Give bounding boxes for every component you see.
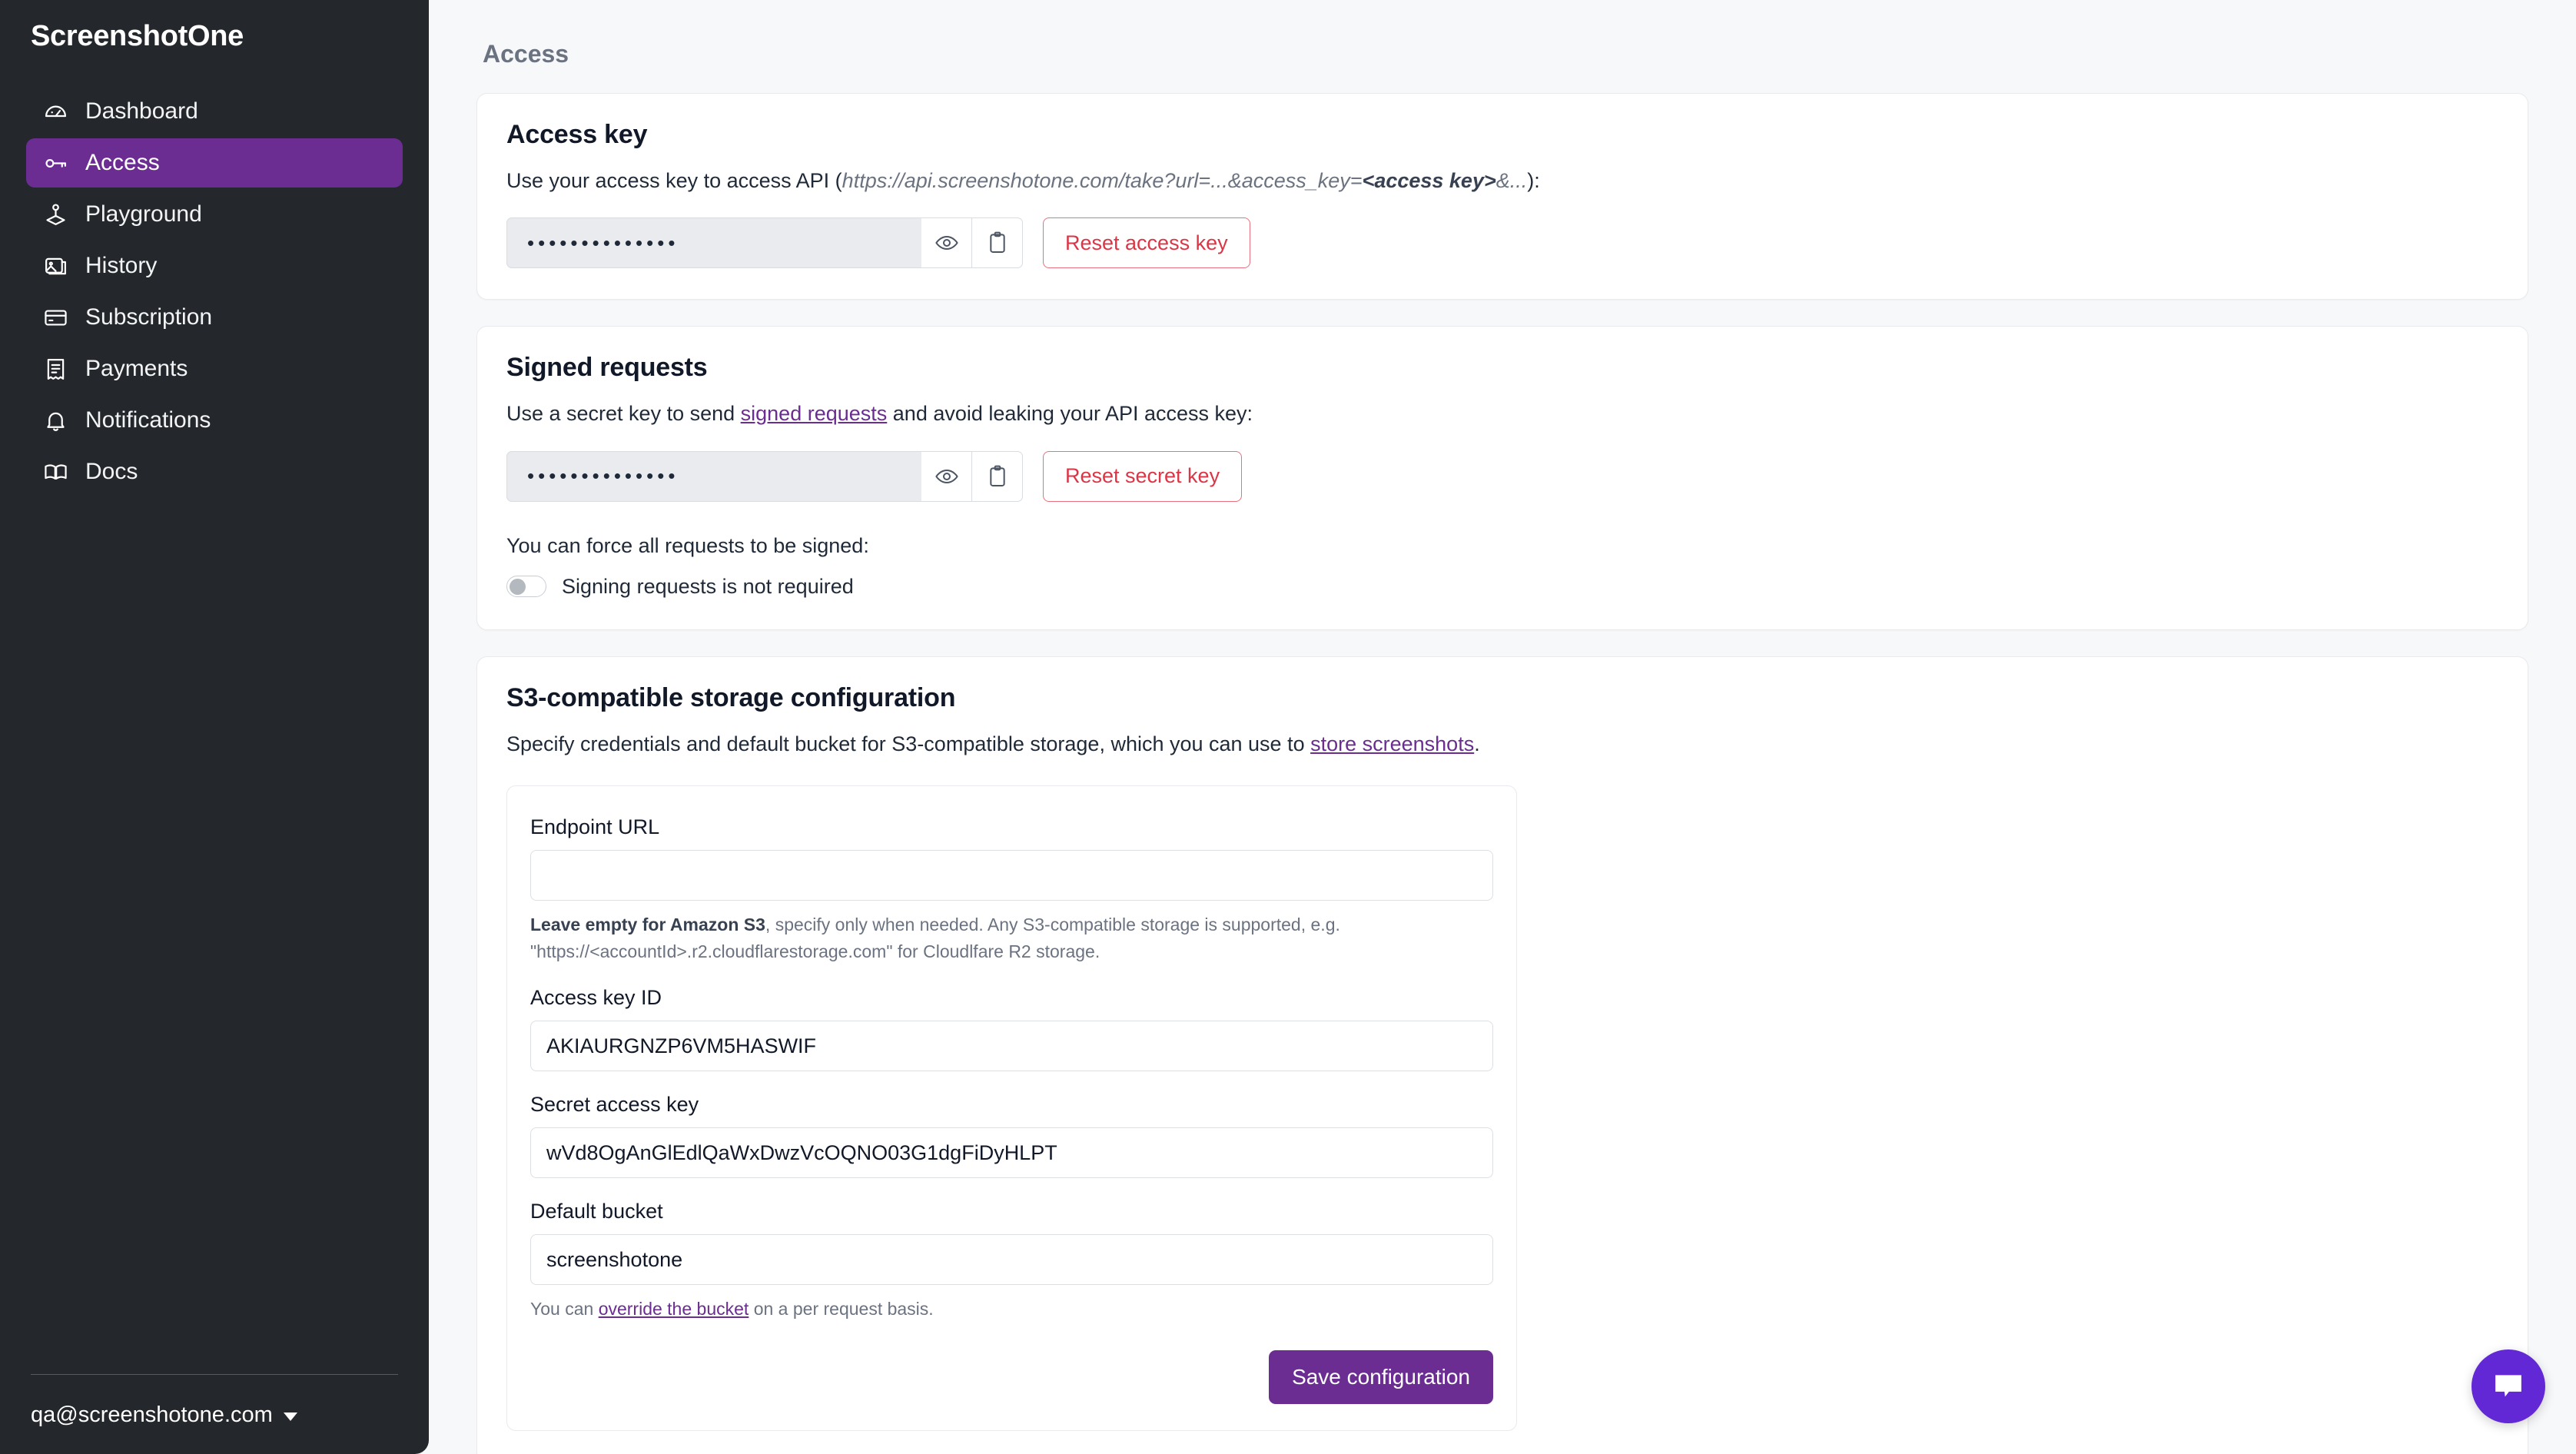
sidebar-item-playground[interactable]: Playground bbox=[26, 190, 403, 239]
image-icon bbox=[43, 254, 68, 279]
access-key-desc-suffix: ): bbox=[1527, 169, 1540, 192]
sidebar-item-label: Playground bbox=[85, 201, 202, 227]
signing-toggle-row: Signing requests is not required bbox=[506, 575, 2498, 599]
store-screenshots-link[interactable]: store screenshots bbox=[1310, 732, 1474, 755]
account-email: qa@screenshotone.com bbox=[31, 1403, 273, 1427]
page-title: Access bbox=[483, 40, 569, 68]
clipboard-icon bbox=[985, 464, 1010, 489]
secret-access-key-input[interactable]: wVd8OgAnGlEdlQaWxDwzVcOQNO03G1dgFiDyHLPT bbox=[530, 1127, 1493, 1179]
access-key-desc-prefix: Use your access key to access API ( bbox=[506, 169, 842, 192]
sidebar-item-label: Access bbox=[85, 150, 160, 175]
endpoint-url-field-group: Endpoint URL Leave empty for Amazon S3, … bbox=[530, 815, 1493, 964]
signed-requests-description: Use a secret key to send signed requests… bbox=[506, 400, 2498, 427]
reset-access-key-button[interactable]: Reset access key bbox=[1043, 217, 1250, 269]
key-icon bbox=[43, 151, 68, 176]
signed-desc-suffix: and avoid leaking your API access key: bbox=[887, 402, 1253, 426]
s3-heading: S3-compatible storage configuration bbox=[506, 682, 956, 712]
bucket-hint-suffix: on a per request basis. bbox=[749, 1299, 934, 1320]
receipt-icon bbox=[43, 357, 68, 382]
save-row: Save configuration bbox=[530, 1349, 1493, 1404]
save-configuration-button[interactable]: Save configuration bbox=[1269, 1349, 1493, 1404]
endpoint-hint-bold: Leave empty for Amazon S3 bbox=[530, 915, 765, 935]
book-icon bbox=[43, 460, 68, 485]
s3-config-form: Endpoint URL Leave empty for Amazon S3, … bbox=[506, 785, 1517, 1431]
secret-key-input[interactable]: •••••••••••••• bbox=[506, 450, 921, 502]
access-key-card: Access key Use your access key to access… bbox=[476, 93, 2528, 300]
sidebar-item-history[interactable]: History bbox=[26, 241, 403, 290]
access-key-row: •••••••••••••• Reset access key bbox=[506, 217, 2498, 269]
access-key-id-field-group: Access key ID AKIAURGNZP6VM5HASWIF bbox=[530, 986, 1493, 1072]
clipboard-icon bbox=[985, 231, 1010, 255]
sidebar: ScreenshotOne Dashboard Access Playgroun… bbox=[0, 0, 429, 1454]
override-bucket-link[interactable]: override the bucket bbox=[599, 1299, 749, 1319]
sidebar-item-label: History bbox=[85, 253, 158, 278]
sidebar-nav: Dashboard Access Playground History Subs… bbox=[26, 87, 403, 496]
sidebar-item-access[interactable]: Access bbox=[26, 138, 403, 188]
access-key-reveal-button[interactable] bbox=[921, 217, 972, 269]
sidebar-item-dashboard[interactable]: Dashboard bbox=[26, 87, 403, 136]
bell-icon bbox=[43, 408, 68, 433]
api-url-part-2: &... bbox=[1495, 169, 1528, 192]
signed-requests-link[interactable]: signed requests bbox=[741, 402, 888, 425]
sidebar-item-payments[interactable]: Payments bbox=[26, 344, 403, 393]
signing-required-toggle[interactable] bbox=[506, 576, 546, 598]
joystick-icon bbox=[43, 202, 68, 227]
sidebar-item-label: Docs bbox=[85, 459, 138, 484]
s3-desc-suffix: . bbox=[1474, 732, 1480, 755]
sidebar-item-label: Payments bbox=[85, 356, 188, 381]
signed-requests-card: Signed requests Use a secret key to send… bbox=[476, 326, 2528, 630]
access-key-input[interactable]: •••••••••••••• bbox=[506, 217, 921, 269]
gauge-icon bbox=[43, 99, 68, 124]
access-key-description: Use your access key to access API (https… bbox=[506, 167, 2498, 194]
default-bucket-label: Default bucket bbox=[530, 1200, 663, 1223]
s3-desc-prefix: Specify credentials and default bucket f… bbox=[506, 732, 1311, 755]
default-bucket-hint: You can override the bucket on a per req… bbox=[530, 1296, 1493, 1323]
sidebar-item-notifications[interactable]: Notifications bbox=[26, 396, 403, 445]
reset-secret-key-button[interactable]: Reset secret key bbox=[1043, 450, 1243, 502]
endpoint-url-label: Endpoint URL bbox=[530, 815, 660, 839]
sidebar-item-subscription[interactable]: Subscription bbox=[26, 293, 403, 342]
access-key-id-input[interactable]: AKIAURGNZP6VM5HASWIF bbox=[530, 1021, 1493, 1072]
secret-access-key-label: Secret access key bbox=[530, 1093, 699, 1117]
chat-bubble-icon bbox=[2491, 1369, 2526, 1404]
signed-desc-prefix: Use a secret key to send bbox=[506, 402, 741, 426]
default-bucket-field-group: Default bucket screenshotone You can ove… bbox=[530, 1200, 1493, 1323]
s3-storage-card: S3-compatible storage configuration Spec… bbox=[476, 656, 2528, 1454]
brand-logo: ScreenshotOne bbox=[31, 20, 244, 52]
api-url-placeholder: <access key> bbox=[1362, 169, 1496, 192]
bucket-hint-prefix: You can bbox=[530, 1299, 599, 1320]
access-key-id-label: Access key ID bbox=[530, 986, 662, 1010]
default-bucket-input[interactable]: screenshotone bbox=[530, 1234, 1493, 1286]
secret-access-key-field-group: Secret access key wVd8OgAnGlEdlQaWxDwzVc… bbox=[530, 1093, 1493, 1179]
access-key-copy-button[interactable] bbox=[972, 217, 1023, 269]
signed-requests-heading: Signed requests bbox=[506, 353, 708, 383]
endpoint-url-input[interactable] bbox=[530, 850, 1493, 901]
toggle-knob bbox=[510, 579, 526, 596]
secret-key-copy-button[interactable] bbox=[972, 450, 1023, 502]
main-content: Access Access key Use your access key to… bbox=[429, 0, 2576, 1454]
sidebar-divider bbox=[31, 1374, 398, 1375]
access-key-api-url: https://api.screenshotone.com/take?url=.… bbox=[842, 169, 1528, 192]
app-root: ScreenshotOne Dashboard Access Playgroun… bbox=[0, 0, 2576, 1454]
secret-key-reveal-button[interactable] bbox=[921, 450, 972, 502]
sidebar-item-label: Dashboard bbox=[85, 98, 198, 124]
endpoint-url-hint: Leave empty for Amazon S3, specify only … bbox=[530, 911, 1493, 964]
account-menu[interactable]: qa@screenshotone.com bbox=[26, 1403, 403, 1428]
chat-widget-button[interactable] bbox=[2471, 1349, 2545, 1423]
eye-icon bbox=[934, 231, 959, 255]
secret-key-row: •••••••••••••• Reset secret key bbox=[506, 450, 2498, 502]
s3-description: Specify credentials and default bucket f… bbox=[506, 730, 2498, 758]
signing-toggle-label: Signing requests is not required bbox=[562, 574, 854, 598]
sidebar-item-docs[interactable]: Docs bbox=[26, 447, 403, 496]
sidebar-item-label: Notifications bbox=[85, 407, 211, 433]
sidebar-item-label: Subscription bbox=[85, 304, 213, 330]
force-signing-label: You can force all requests to be signed: bbox=[506, 533, 869, 557]
sidebar-footer: qa@screenshotone.com bbox=[26, 1374, 403, 1454]
credit-card-icon bbox=[43, 305, 68, 330]
api-url-part-1: https://api.screenshotone.com/take?url=.… bbox=[842, 169, 1363, 192]
chevron-down-icon bbox=[283, 1413, 297, 1421]
eye-icon bbox=[934, 464, 959, 489]
access-key-heading: Access key bbox=[506, 120, 648, 149]
